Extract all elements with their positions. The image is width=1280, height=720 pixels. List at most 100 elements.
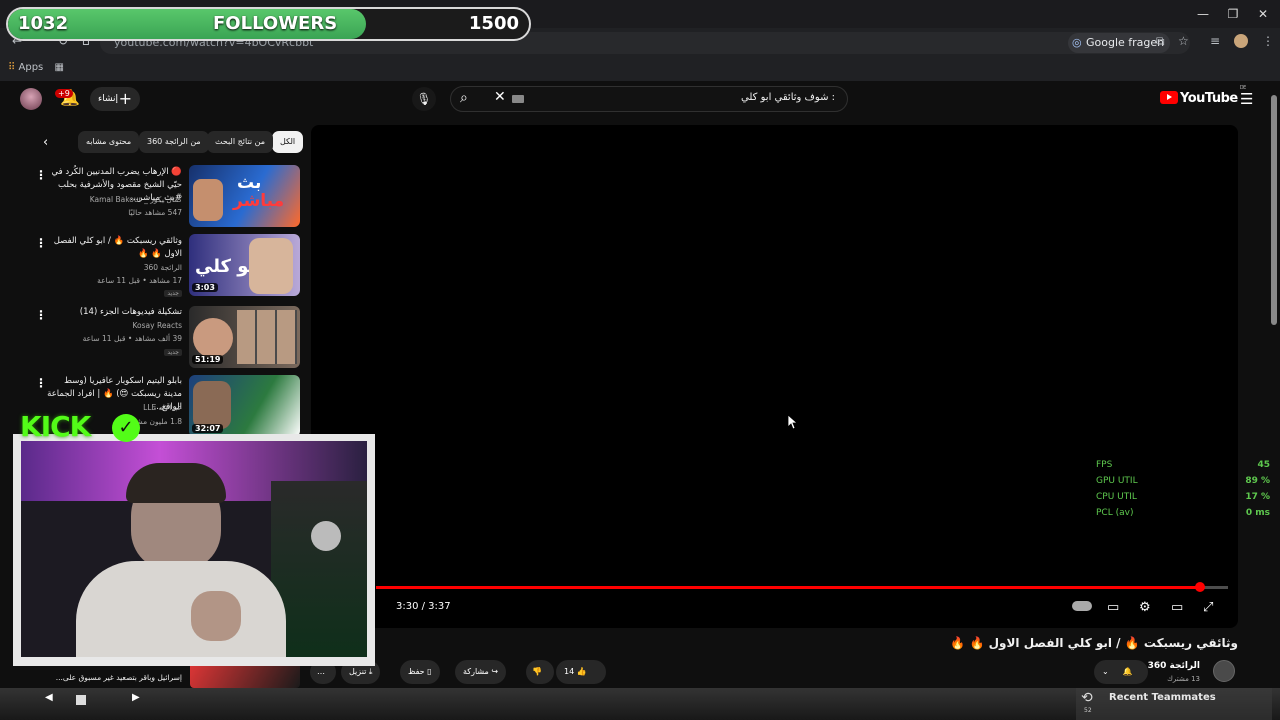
progress-bar[interactable]: [376, 582, 1228, 592]
fullscreen-icon[interactable]: ⤢: [1203, 600, 1213, 615]
youtube-logo-text: YouTube: [1180, 91, 1238, 106]
notification-count-badge: +9: [55, 89, 73, 98]
like-count: 14: [564, 667, 575, 676]
perf-value: 0 ms: [1245, 508, 1270, 518]
maximize-button[interactable]: ❐: [1218, 4, 1248, 24]
apps-grid-icon[interactable]: ⠿: [8, 62, 15, 73]
perf-value: 17 %: [1245, 492, 1270, 502]
theater-mode-icon[interactable]: ▭: [1171, 600, 1183, 615]
history-icon: ⟲: [1081, 690, 1093, 706]
dislike-button[interactable]: 👎: [526, 660, 554, 684]
create-label: إنشاء: [98, 94, 119, 104]
scroll-left-icon[interactable]: ◀: [45, 692, 53, 703]
download-label: تنزيل: [349, 667, 367, 676]
search-input[interactable]: : شوف وثائقي ابو كلي: [741, 92, 835, 103]
share-icon: ↪: [491, 667, 499, 676]
like-button[interactable]: 14 👍: [556, 660, 606, 684]
chrome-menu-icon[interactable]: ⋮: [1262, 34, 1274, 48]
perf-label: GPU UTIL: [1096, 476, 1138, 486]
channel-subscribers: 13 مشترك: [1167, 675, 1200, 683]
video-thumbnail[interactable]: بث مباشر: [189, 165, 300, 227]
video-duration: 51:19: [192, 355, 224, 364]
video-thumbnail[interactable]: ابو كلي 3:03: [189, 234, 300, 296]
youtube-logo[interactable]: YouTube DE: [1160, 85, 1246, 106]
recent-teammates-panel[interactable]: ⟲ Recent Teammates 52: [1076, 688, 1272, 720]
close-button[interactable]: ✕: [1248, 4, 1278, 24]
perf-row: FPS 45: [1096, 457, 1270, 473]
keyboard-icon[interactable]: [512, 95, 524, 103]
save-button[interactable]: حفظ ▯: [400, 660, 440, 684]
channel-name[interactable]: الرائجة 360: [1148, 661, 1200, 671]
clear-search-icon[interactable]: ✕: [494, 89, 506, 105]
apps-bookmark[interactable]: Apps: [19, 62, 44, 73]
subscribe-bell-button[interactable]: ⌄ 🔔: [1094, 660, 1148, 684]
video-thumbnail[interactable]: 51:19: [189, 306, 300, 368]
video-thumbnail[interactable]: 32:07: [189, 375, 300, 437]
reading-list-icon[interactable]: ≡: [1210, 34, 1220, 48]
share-label: مشاركة: [463, 667, 489, 676]
video-channel[interactable]: كمال بكور _ Kamal Bakour: [90, 195, 182, 204]
tab-group-icon[interactable]: ▦: [54, 62, 63, 73]
chip-from-channel[interactable]: من الرائجة 360: [139, 131, 209, 153]
video-title[interactable]: إسرائيل وباقر بتصعيد غير مسبوق على...: [46, 671, 182, 684]
google-ask-button[interactable]: ◎ Google fragen: [1068, 33, 1171, 53]
settings-gear-icon[interactable]: ⚙: [1139, 600, 1151, 615]
vertical-scroll-thumb[interactable]: [1271, 95, 1277, 325]
profile-avatar[interactable]: [1234, 34, 1248, 48]
video-duration: 3:03: [192, 283, 218, 292]
followers-label: FOLLOWERS: [213, 13, 338, 34]
video-channel[interactable]: Kosay Reacts: [132, 321, 182, 330]
thumbnail-person: [193, 381, 231, 429]
hamburger-menu-icon[interactable]: ☰: [1240, 90, 1253, 108]
thumbnail-grid: [237, 310, 297, 364]
chips-prev-icon[interactable]: ‹: [43, 135, 48, 150]
channel-avatar[interactable]: [1213, 660, 1235, 682]
video-meta: 547 مشاهد حاليًا: [128, 208, 182, 217]
microphone-shape: [311, 521, 341, 551]
chip-all[interactable]: الكل: [272, 131, 304, 153]
progress-fill: [376, 586, 1200, 589]
search-icon[interactable]: ⌕: [460, 90, 468, 106]
thumbnail-person: [249, 238, 293, 294]
subtitles-icon[interactable]: ▭: [1107, 600, 1119, 615]
video-channel[interactable]: الرائجة 360: [144, 263, 182, 272]
chip-from-search[interactable]: من نتائج البحث: [207, 131, 274, 153]
video-channel[interactable]: عبدالاله LLE: [143, 403, 182, 412]
video-title[interactable]: وثائقي ريسبكت 🔥 / ابو كلي الفصل الاول 🔥 …: [46, 235, 182, 261]
vertical-scrollbar[interactable]: [1268, 85, 1280, 685]
create-button[interactable]: إنشاء +: [90, 87, 140, 111]
user-avatar[interactable]: [20, 88, 42, 110]
perf-label: PCL (av): [1096, 508, 1134, 518]
plus-icon: +: [118, 89, 132, 108]
video-duration: 32:07: [192, 424, 224, 433]
save-icon: ▯: [427, 667, 432, 676]
perf-row: PCL (av) 0 ms: [1096, 505, 1270, 521]
voice-search-icon[interactable]: 🎙: [412, 87, 436, 111]
perf-value: 89 %: [1245, 476, 1270, 486]
chevron-down-icon: ⌄: [1102, 667, 1109, 676]
mouse-cursor-icon: [788, 415, 798, 430]
horizontal-scrollbar[interactable]: ◀ ▶: [40, 690, 150, 708]
video-player[interactable]: [311, 125, 1238, 628]
thumbnail-person: [193, 179, 223, 221]
share-button[interactable]: مشاركة ↪: [455, 660, 507, 684]
thumbnail-person: [193, 318, 233, 358]
bookmark-star-icon[interactable]: ☆: [1178, 34, 1189, 48]
followers-goal: 1500: [468, 13, 519, 34]
kick-verified-icon: ✓: [112, 414, 140, 442]
bookmarks-bar: ⠿ Apps ▦: [8, 60, 64, 76]
install-icon[interactable]: ⧉: [1156, 34, 1165, 49]
video-meta: 17 مشاهد • قبل 11 ساعة: [97, 276, 182, 285]
streamer-sweater: [76, 561, 286, 657]
youtube-play-icon: [1160, 91, 1178, 104]
progress-scrubber[interactable]: [1194, 582, 1205, 592]
scroll-right-icon[interactable]: ▶: [132, 692, 140, 703]
minimize-button[interactable]: —: [1188, 4, 1218, 24]
followers-goal-bar: 1032 FOLLOWERS 1500: [6, 7, 531, 41]
scroll-thumb[interactable]: [76, 695, 86, 705]
video-title[interactable]: تشكيلة فيديوهات الجزء (14): [46, 306, 182, 319]
autoplay-toggle[interactable]: [1072, 601, 1092, 611]
save-label: حفظ: [408, 667, 425, 676]
chip-related[interactable]: محتوى مشابه: [78, 131, 140, 153]
bell-icon: 🔔: [1122, 667, 1133, 676]
